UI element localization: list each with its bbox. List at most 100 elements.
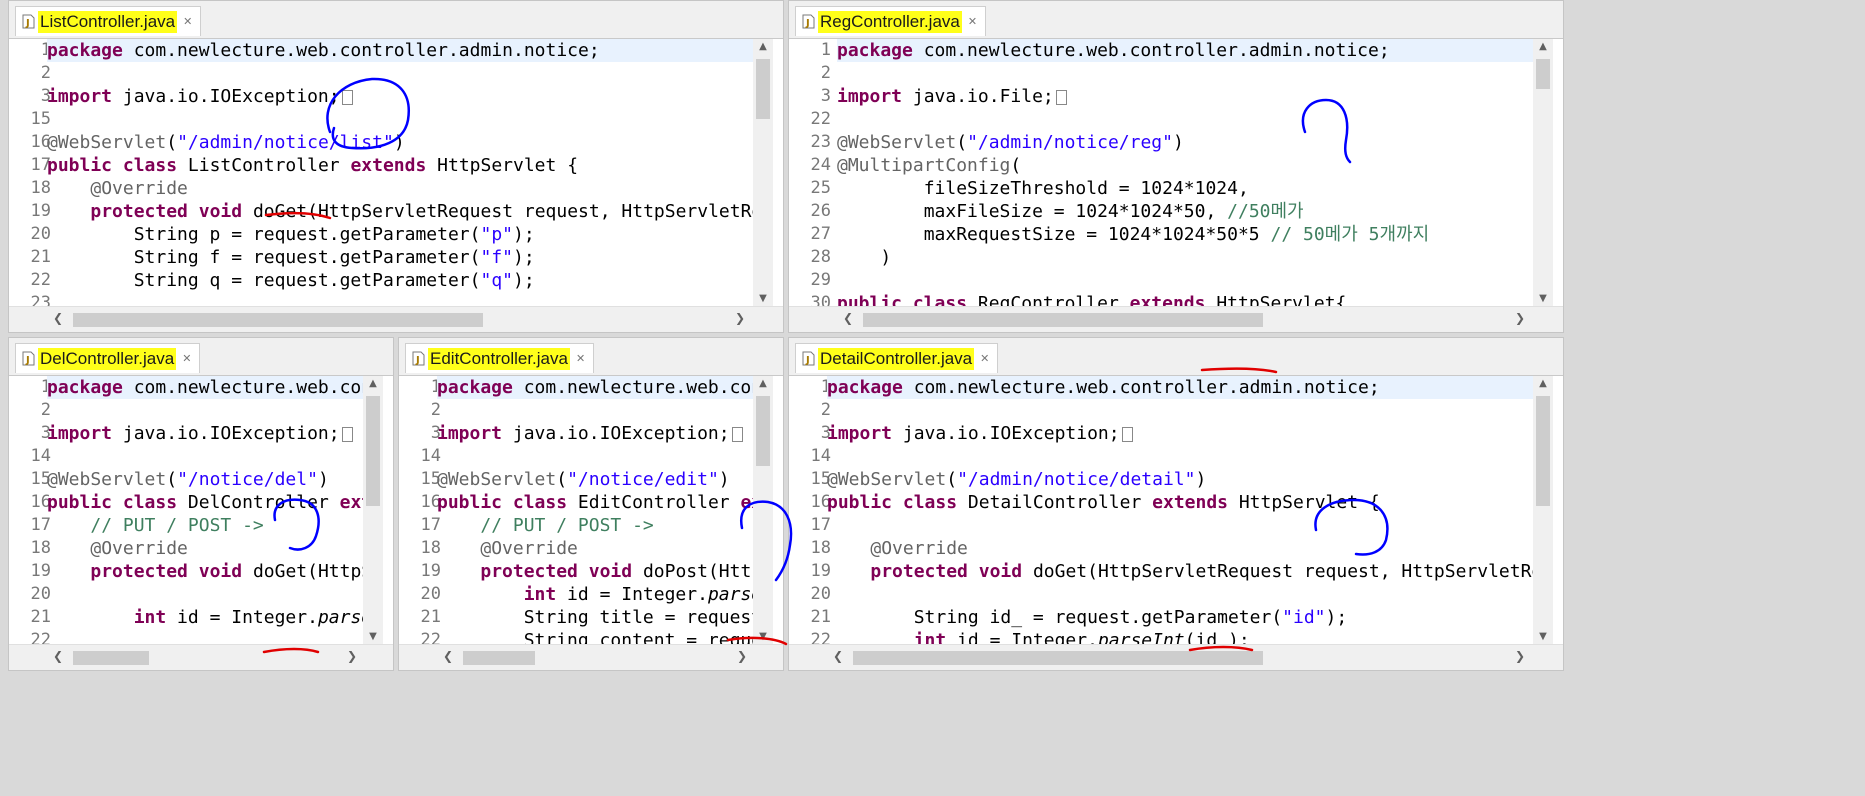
scroll-thumb[interactable] <box>73 313 483 327</box>
code-line[interactable]: @WebServlet("/admin/notice/detail") <box>827 468 1533 491</box>
vertical-scrollbar[interactable]: ▲ ▼ <box>753 376 773 644</box>
code-editor[interactable]: 123151617181920212223242526 package com.… <box>9 39 783 332</box>
close-icon[interactable]: ✕ <box>968 15 977 28</box>
scroll-down-arrow[interactable]: ▼ <box>753 293 773 304</box>
scroll-down-arrow[interactable]: ▼ <box>1533 631 1553 642</box>
code-line[interactable]: int id = Integer.parseInt( <box>437 583 753 606</box>
code-line[interactable] <box>827 399 1533 422</box>
code-line[interactable] <box>47 62 753 85</box>
scroll-thumb[interactable] <box>366 396 380 506</box>
code-line[interactable]: String title = request.get <box>437 606 753 629</box>
code-line[interactable]: package com.newlecture.web.controller.ad… <box>47 39 753 62</box>
code-line[interactable] <box>47 629 363 644</box>
close-icon[interactable]: ✕ <box>182 352 191 365</box>
code-line[interactable]: @Override <box>47 537 363 560</box>
scroll-right-arrow[interactable]: ❯ <box>737 649 747 663</box>
scroll-up-arrow[interactable]: ▲ <box>753 378 773 389</box>
vertical-scrollbar[interactable]: ▲ ▼ <box>1533 376 1553 644</box>
scroll-right-arrow[interactable]: ❯ <box>347 649 357 663</box>
horizontal-scrollbar[interactable]: ❮ ❯ <box>9 306 783 332</box>
scroll-left-arrow[interactable]: ❮ <box>833 649 843 663</box>
code-line[interactable] <box>837 269 1533 292</box>
code-area[interactable]: package com.newlecture.web.controller.ad… <box>827 376 1533 644</box>
code-line[interactable] <box>437 445 753 468</box>
scroll-down-arrow[interactable]: ▼ <box>753 631 773 642</box>
close-icon[interactable]: ✕ <box>183 15 192 28</box>
code-line[interactable]: public class DelController extends <box>47 491 363 514</box>
code-line[interactable]: fileSizeThreshold = 1024*1024, <box>837 177 1533 200</box>
scroll-left-arrow[interactable]: ❮ <box>443 649 453 663</box>
code-line[interactable]: int id = Integer.parseInt(id_); <box>827 629 1533 644</box>
code-line[interactable]: String content = request.g <box>437 629 753 644</box>
code-area[interactable]: package com.newlecture.web.control impor… <box>437 376 753 644</box>
code-line[interactable]: import java.io.IOException; <box>47 85 753 108</box>
code-line[interactable]: package com.newlecture.web.control <box>437 376 753 399</box>
code-line[interactable]: int id = Integer.parseInt( <box>47 606 363 629</box>
code-line[interactable]: String p = request.getParameter("p"); <box>47 223 753 246</box>
code-line[interactable]: protected void doGet(HttpServletRequest … <box>47 200 753 223</box>
code-line[interactable]: protected void doGet(HttpServletRequest … <box>827 560 1533 583</box>
scroll-left-arrow[interactable]: ❮ <box>53 311 63 325</box>
code-line[interactable] <box>827 514 1533 537</box>
code-line[interactable]: @WebServlet("/notice/edit") <box>437 468 753 491</box>
code-line[interactable]: @WebServlet("/admin/notice/reg") <box>837 131 1533 154</box>
scroll-thumb[interactable] <box>73 651 149 665</box>
code-line[interactable] <box>47 445 363 468</box>
code-line[interactable]: protected void doGet(HttpServl <box>47 560 363 583</box>
vertical-scrollbar[interactable]: ▲ ▼ <box>363 376 383 644</box>
code-line[interactable]: protected void doPost(HttpServ <box>437 560 753 583</box>
horizontal-scrollbar[interactable]: ❮ ❯ <box>789 306 1563 332</box>
tab-detail-controller[interactable]: J DetailController.java ✕ <box>795 343 999 373</box>
code-line[interactable]: public class ListController extends Http… <box>47 154 753 177</box>
tab-list-controller[interactable]: J ListController.java ✕ <box>15 6 202 36</box>
code-line[interactable]: // PUT / POST -> <box>437 514 753 537</box>
code-line[interactable]: maxFileSize = 1024*1024*50, //50메가 <box>837 200 1533 223</box>
code-line[interactable]: String id_ = request.getParameter("id"); <box>827 606 1533 629</box>
scroll-up-arrow[interactable]: ▲ <box>1533 41 1553 52</box>
tab-edit-controller[interactable]: J EditController.java ✕ <box>405 343 595 373</box>
code-line[interactable]: import java.io.IOException; <box>47 422 363 445</box>
scroll-right-arrow[interactable]: ❯ <box>735 311 745 325</box>
vertical-scrollbar[interactable]: ▲ ▼ <box>1533 39 1553 306</box>
scroll-thumb[interactable] <box>1536 59 1550 89</box>
horizontal-scrollbar[interactable]: ❮ ❯ <box>399 644 783 670</box>
code-line[interactable]: @MultipartConfig( <box>837 154 1533 177</box>
code-area[interactable]: package com.newlecture.web.controller.ad… <box>837 39 1533 306</box>
scroll-up-arrow[interactable]: ▲ <box>753 41 773 52</box>
code-line[interactable] <box>827 445 1533 468</box>
scroll-right-arrow[interactable]: ❯ <box>1515 311 1525 325</box>
tab-reg-controller[interactable]: J RegController.java ✕ <box>795 6 987 36</box>
code-line[interactable] <box>47 292 753 306</box>
code-line[interactable]: @Override <box>827 537 1533 560</box>
code-line[interactable] <box>47 583 363 606</box>
code-area[interactable]: package com.newlecture.web.control impor… <box>47 376 363 644</box>
code-line[interactable] <box>437 399 753 422</box>
code-line[interactable]: import java.io.IOException; <box>827 422 1533 445</box>
scroll-thumb[interactable] <box>853 651 1263 665</box>
code-line[interactable] <box>827 583 1533 606</box>
code-line[interactable]: // PUT / POST -> <box>47 514 363 537</box>
code-line[interactable] <box>837 62 1533 85</box>
code-line[interactable]: public class DetailController extends Ht… <box>827 491 1533 514</box>
code-line[interactable]: @Override <box>437 537 753 560</box>
scroll-left-arrow[interactable]: ❮ <box>53 649 63 663</box>
code-area[interactable]: package com.newlecture.web.controller.ad… <box>47 39 753 306</box>
code-line[interactable]: ) <box>837 246 1533 269</box>
code-line[interactable]: @Override <box>47 177 753 200</box>
code-line[interactable]: @WebServlet("/notice/del") <box>47 468 363 491</box>
scroll-thumb[interactable] <box>756 59 770 119</box>
vertical-scrollbar[interactable]: ▲ ▼ <box>753 39 773 306</box>
code-editor[interactable]: 123141516171819202122232425 package com.… <box>399 376 783 670</box>
scroll-down-arrow[interactable]: ▼ <box>363 631 383 642</box>
scroll-thumb[interactable] <box>463 651 535 665</box>
code-line[interactable] <box>837 108 1533 131</box>
code-line[interactable]: import java.io.File; <box>837 85 1533 108</box>
code-line[interactable]: maxRequestSize = 1024*1024*50*5 // 50메가 … <box>837 223 1533 246</box>
code-line[interactable]: package com.newlecture.web.controller.ad… <box>837 39 1533 62</box>
scroll-thumb[interactable] <box>1536 396 1550 506</box>
close-icon[interactable]: ✕ <box>576 352 585 365</box>
code-line[interactable]: @WebServlet("/admin/notice/list") <box>47 131 753 154</box>
code-editor[interactable]: 123141516171819202122232425 package com.… <box>789 376 1563 670</box>
close-icon[interactable]: ✕ <box>980 352 989 365</box>
scroll-thumb[interactable] <box>756 396 770 466</box>
